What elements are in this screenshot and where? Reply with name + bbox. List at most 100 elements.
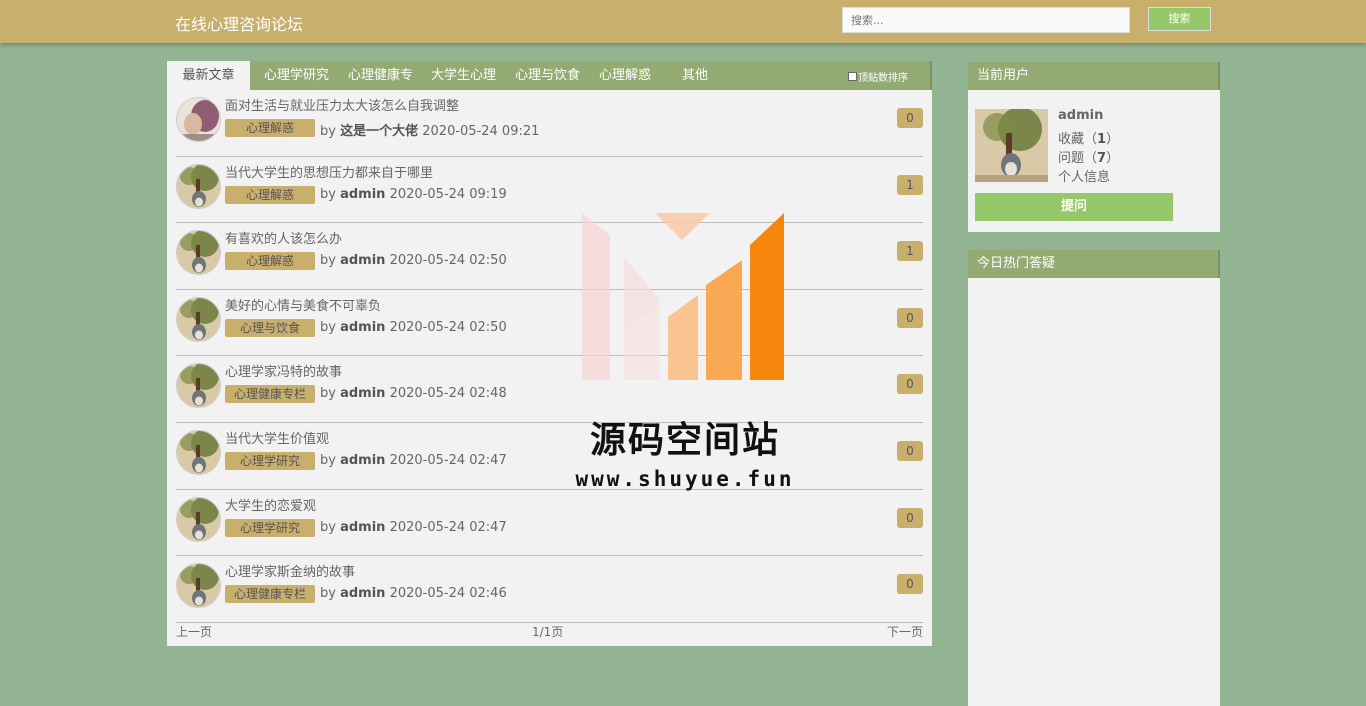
category-badge[interactable]: 心理学研究: [225, 451, 315, 470]
post-time: 2020-05-24 09:19: [389, 186, 507, 202]
by-label: by: [320, 253, 336, 269]
article-title[interactable]: 面对生活与就业压力太大该怎么自我调整: [225, 95, 459, 114]
article-row[interactable]: 当代大学生的思想压力都来自于哪里 心理解惑 by admin 2020-05-24 …: [176, 157, 923, 224]
sort-by-replies[interactable]: 顶贴数排序: [848, 69, 908, 84]
article-title[interactable]: 心理学家斯金纳的故事: [225, 561, 355, 580]
by-label: by: [320, 319, 336, 335]
tab-other[interactable]: 其他: [682, 61, 708, 90]
article-row[interactable]: 面对生活与就业压力太大该怎么自我调整 心理解惑 by 这是一个大佬 2020-05-…: [176, 90, 923, 157]
by-label: by: [320, 519, 336, 535]
tab-mental-health[interactable]: 心理健康专: [348, 61, 413, 90]
post-time: 2020-05-24 02:50: [389, 319, 507, 335]
tab-student-psychology[interactable]: 大学生心理: [431, 61, 496, 90]
author-name[interactable]: admin: [340, 586, 385, 601]
article-title[interactable]: 当代大学生的思想压力都来自于哪里: [225, 162, 433, 181]
category-tabs: 最新文章 心理学研究 心理健康专 大学生心理 心理与饮食 心理解惑 其他 顶贴数…: [167, 61, 932, 90]
post-time: 2020-05-24 02:47: [389, 452, 507, 468]
user-avatar[interactable]: [975, 109, 1048, 182]
by-label: by: [320, 586, 336, 602]
category-badge[interactable]: 心理健康专栏: [225, 585, 315, 604]
author-avatar[interactable]: [176, 296, 221, 342]
by-label: by: [320, 186, 336, 202]
article-title[interactable]: 大学生的恋爱观: [225, 495, 316, 514]
author-name[interactable]: admin: [340, 453, 385, 468]
article-meta: by 这是一个大佬 2020-05-24 09:21: [320, 120, 539, 139]
username[interactable]: admin: [1058, 108, 1103, 123]
current-user-heading: 当前用户: [968, 62, 1220, 90]
author-avatar[interactable]: [176, 163, 221, 209]
hot-questions-heading: 今日热门答疑: [968, 250, 1220, 278]
sort-checkbox[interactable]: [848, 71, 857, 81]
article-title[interactable]: 有喜欢的人该怎么办: [225, 228, 342, 247]
article-row[interactable]: 大学生的恋爱观 心理学研究 by admin 2020-05-24 02:47 0: [176, 490, 923, 557]
category-badge[interactable]: 心理与饮食: [225, 318, 315, 337]
reply-count-badge: 1: [897, 174, 923, 195]
article-meta: by admin 2020-05-24 02:47: [320, 520, 507, 535]
category-badge[interactable]: 心理解惑: [225, 252, 315, 271]
post-time: 2020-05-24 02:50: [389, 253, 507, 269]
article-row[interactable]: 当代大学生价值观 心理学研究 by admin 2020-05-24 02:47 0: [176, 423, 923, 490]
author-name[interactable]: admin: [340, 253, 385, 268]
tab-latest[interactable]: 最新文章: [167, 61, 250, 90]
top-bar: 在线心理咨询论坛 搜索: [0, 0, 1366, 43]
author-avatar[interactable]: [176, 230, 221, 276]
author-avatar[interactable]: [176, 496, 221, 542]
article-row[interactable]: 心理学家冯特的故事 心理健康专栏 by admin 2020-05-24 02:48…: [176, 356, 923, 423]
author-name[interactable]: 这是一个大佬: [340, 124, 418, 139]
article-row[interactable]: 美好的心情与美食不可辜负 心理与饮食 by admin 2020-05-24 02:…: [176, 290, 923, 357]
tab-psychology-qa[interactable]: 心理解惑: [599, 61, 651, 90]
search-input[interactable]: [842, 7, 1130, 33]
article-title[interactable]: 心理学家冯特的故事: [225, 361, 342, 380]
sort-label: 顶贴数排序: [858, 72, 908, 84]
reply-count-badge: 0: [897, 574, 923, 595]
hot-questions-panel: 今日热门答疑: [968, 250, 1220, 706]
reply-count-badge: 0: [897, 108, 923, 128]
by-label: by: [320, 124, 336, 139]
pagination: 上一页 1/1页 下一页: [176, 621, 923, 641]
current-user-panel: 当前用户 admin 收藏（1） 问题（7） 个人信息 提问: [968, 62, 1220, 232]
reply-count-badge: 0: [897, 307, 923, 328]
article-meta: by admin 2020-05-24 02:47: [320, 453, 507, 468]
article-meta: by admin 2020-05-24 02:50: [320, 320, 507, 335]
author-avatar[interactable]: [176, 563, 221, 609]
prev-page-link[interactable]: 上一页: [176, 623, 212, 640]
ask-question-button[interactable]: 提问: [975, 193, 1173, 221]
author-name[interactable]: admin: [340, 386, 385, 401]
favorites-link[interactable]: 收藏（1）: [1058, 128, 1119, 147]
category-badge[interactable]: 心理解惑: [225, 185, 315, 204]
post-time: 2020-05-24 09:21: [422, 124, 540, 139]
tab-psychology-diet[interactable]: 心理与饮食: [515, 61, 580, 90]
article-meta: by admin 2020-05-24 02:48: [320, 386, 507, 401]
author-name[interactable]: admin: [340, 520, 385, 535]
article-meta: by admin 2020-05-24 02:50: [320, 253, 507, 268]
article-panel: 最新文章 心理学研究 心理健康专 大学生心理 心理与饮食 心理解惑 其他 顶贴数…: [167, 61, 932, 646]
author-name[interactable]: admin: [340, 320, 385, 335]
by-label: by: [320, 386, 336, 402]
search-button[interactable]: 搜索: [1148, 7, 1211, 31]
page-info: 1/1页: [532, 625, 564, 639]
author-avatar[interactable]: [176, 97, 221, 142]
article-row[interactable]: 心理学家斯金纳的故事 心理健康专栏 by admin 2020-05-24 02:4…: [176, 556, 923, 623]
category-badge[interactable]: 心理解惑: [225, 119, 315, 137]
questions-link[interactable]: 问题（7）: [1058, 147, 1119, 166]
category-badge[interactable]: 心理学研究: [225, 518, 315, 537]
category-badge[interactable]: 心理健康专栏: [225, 385, 315, 404]
next-page-link[interactable]: 下一页: [887, 623, 923, 640]
profile-link[interactable]: 个人信息: [1058, 166, 1110, 185]
article-title[interactable]: 美好的心情与美食不可辜负: [225, 295, 381, 314]
article-row[interactable]: 有喜欢的人该怎么办 心理解惑 by admin 2020-05-24 02:50 1: [176, 223, 923, 290]
post-time: 2020-05-24 02:46: [389, 586, 507, 602]
reply-count-badge: 1: [897, 241, 923, 262]
author-name[interactable]: admin: [340, 187, 385, 202]
article-title[interactable]: 当代大学生价值观: [225, 428, 329, 447]
article-list: 面对生活与就业压力太大该怎么自我调整 心理解惑 by 这是一个大佬 2020-05-…: [176, 90, 923, 623]
reply-count-badge: 0: [897, 507, 923, 528]
post-time: 2020-05-24 02:47: [389, 519, 507, 535]
reply-count-badge: 0: [897, 440, 923, 461]
author-avatar[interactable]: [176, 429, 221, 475]
article-meta: by admin 2020-05-24 09:19: [320, 187, 507, 202]
tab-psychology-research[interactable]: 心理学研究: [264, 61, 329, 90]
author-avatar[interactable]: [176, 363, 221, 409]
site-title[interactable]: 在线心理咨询论坛: [175, 11, 303, 35]
article-meta: by admin 2020-05-24 02:46: [320, 586, 507, 601]
